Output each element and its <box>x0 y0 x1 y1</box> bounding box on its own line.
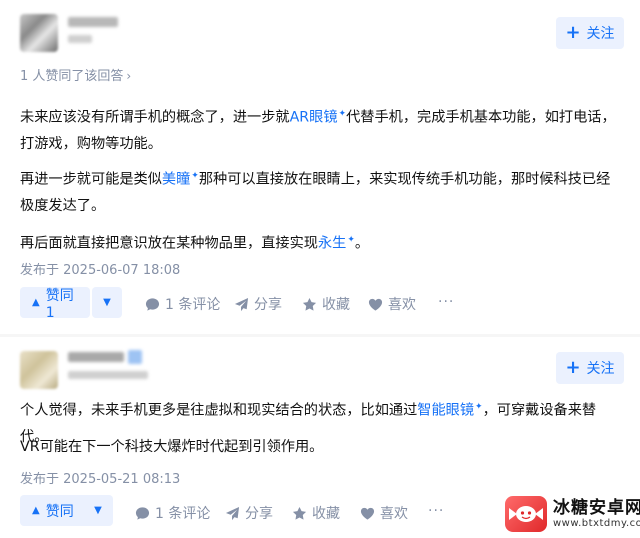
author-bio <box>68 35 92 43</box>
answer-paragraph: 再后面就直接把意识放在某种物品里，直接实现永生✦。 <box>20 227 620 257</box>
watermark-name: 冰糖安卓网 <box>553 498 640 518</box>
follow-button[interactable]: + 关注 <box>556 352 624 384</box>
more-icon[interactable]: ··· <box>428 503 444 519</box>
share-label: 分享 <box>254 297 282 313</box>
publish-date[interactable]: 发布于 2025-05-21 08:13 <box>20 468 180 487</box>
answer-paragraph: 再进一步就可能是类似美瞳✦那种可以直接放在眼睛上，来实现传统手机功能，那时候科技… <box>20 163 620 219</box>
author-name[interactable] <box>68 17 118 27</box>
sparkle-icon: ✦ <box>475 402 483 412</box>
collect-button[interactable]: 收藏 <box>302 294 350 314</box>
share-button[interactable]: 分享 <box>225 503 273 523</box>
inline-topic-link[interactable]: AR眼镜 <box>290 110 338 126</box>
like-button[interactable]: 喜欢 <box>360 503 408 523</box>
comment-button[interactable]: 1 条评论 <box>145 294 220 314</box>
vote-meta[interactable]: 1 人赞同了该回答 › <box>20 65 131 84</box>
star-icon <box>302 297 317 311</box>
plus-icon: + <box>565 357 581 378</box>
badge-icon <box>128 350 142 364</box>
upvote-button[interactable]: ▲ 赞同 1 <box>20 287 90 321</box>
share-label: 分享 <box>245 506 273 522</box>
sparkle-icon: ✦ <box>338 109 347 119</box>
inline-topic-link[interactable]: 美瞳 <box>162 172 190 188</box>
paragraph-text: 。 <box>354 235 370 252</box>
comment-button[interactable]: 1 条评论 <box>135 503 210 523</box>
inline-topic-link[interactable]: 智能眼镜 <box>417 403 474 419</box>
comment-icon <box>145 297 160 311</box>
upvote-label: 赞同 1 <box>45 287 74 321</box>
more-icon[interactable]: ··· <box>438 294 454 310</box>
chevron-right-icon: › <box>126 69 132 83</box>
paragraph-text: 个人觉得，未来手机更多是往虚拟和现实结合的状态，比如通过 <box>20 402 418 419</box>
comment-label: 1 条评论 <box>155 506 211 522</box>
share-icon <box>225 506 240 520</box>
answer-paragraph: 未来应该没有所谓手机的概念了，进一步就AR眼镜✦代替手机，完成手机基本功能，如打… <box>20 101 620 157</box>
like-label: 喜欢 <box>380 506 408 522</box>
heart-icon <box>368 298 383 311</box>
comment-icon <box>135 506 150 520</box>
upvote-triangle-icon: ▲ <box>32 297 40 308</box>
collect-label: 收藏 <box>312 506 340 522</box>
comment-label: 1 条评论 <box>165 297 221 313</box>
paragraph-text: VR可能在下一个科技大爆炸时代起到引领作用。 <box>20 439 324 455</box>
downvote-button[interactable]: ▼ <box>83 495 113 526</box>
site-watermark-logo: 冰糖安卓网 www.btxtdmy.com <box>505 496 640 532</box>
like-label: 喜欢 <box>388 297 416 313</box>
share-icon <box>234 297 249 311</box>
sparkle-icon: ✦ <box>347 235 355 245</box>
star-icon <box>292 506 307 520</box>
candy-logo-icon <box>505 496 547 532</box>
author-bio <box>68 371 148 379</box>
downvote-triangle-icon: ▼ <box>103 297 111 308</box>
plus-icon: + <box>565 22 581 43</box>
avatar[interactable] <box>20 14 58 52</box>
avatar[interactable] <box>20 351 58 389</box>
collect-button[interactable]: 收藏 <box>292 503 340 523</box>
like-button[interactable]: 喜欢 <box>368 294 416 314</box>
sparkle-icon: ✦ <box>191 171 199 181</box>
paragraph-text: 再后面就直接把意识放在某种物品里，直接实现 <box>20 235 318 252</box>
follow-label: 关注 <box>586 361 615 377</box>
upvote-triangle-icon: ▲ <box>32 505 40 516</box>
upvote-button[interactable]: ▲ 赞同 <box>20 495 90 526</box>
inline-topic-link[interactable]: 永生 <box>318 236 346 252</box>
share-button[interactable]: 分享 <box>234 294 282 314</box>
publish-date[interactable]: 发布于 2025-06-07 18:08 <box>20 259 180 278</box>
follow-button[interactable]: + 关注 <box>556 17 624 49</box>
follow-label: 关注 <box>586 26 615 42</box>
watermark-url: www.btxtdmy.com <box>553 518 640 529</box>
collect-label: 收藏 <box>322 297 350 313</box>
heart-icon <box>360 507 375 520</box>
paragraph-text: 再进一步就可能是类似 <box>20 171 162 188</box>
downvote-triangle-icon: ▼ <box>94 505 102 516</box>
downvote-button[interactable]: ▼ <box>92 287 122 318</box>
answer-card: + 关注 1 人赞同了该回答 › 未来应该没有所谓手机的概念了，进一步就AR眼镜✦… <box>0 0 640 334</box>
answer-paragraph: VR可能在下一个科技大爆炸时代起到引领作用。 <box>20 434 620 460</box>
author-name[interactable] <box>68 352 124 362</box>
paragraph-text: 未来应该没有所谓手机的概念了，进一步就 <box>20 109 290 126</box>
upvote-label: 赞同 <box>45 503 74 520</box>
